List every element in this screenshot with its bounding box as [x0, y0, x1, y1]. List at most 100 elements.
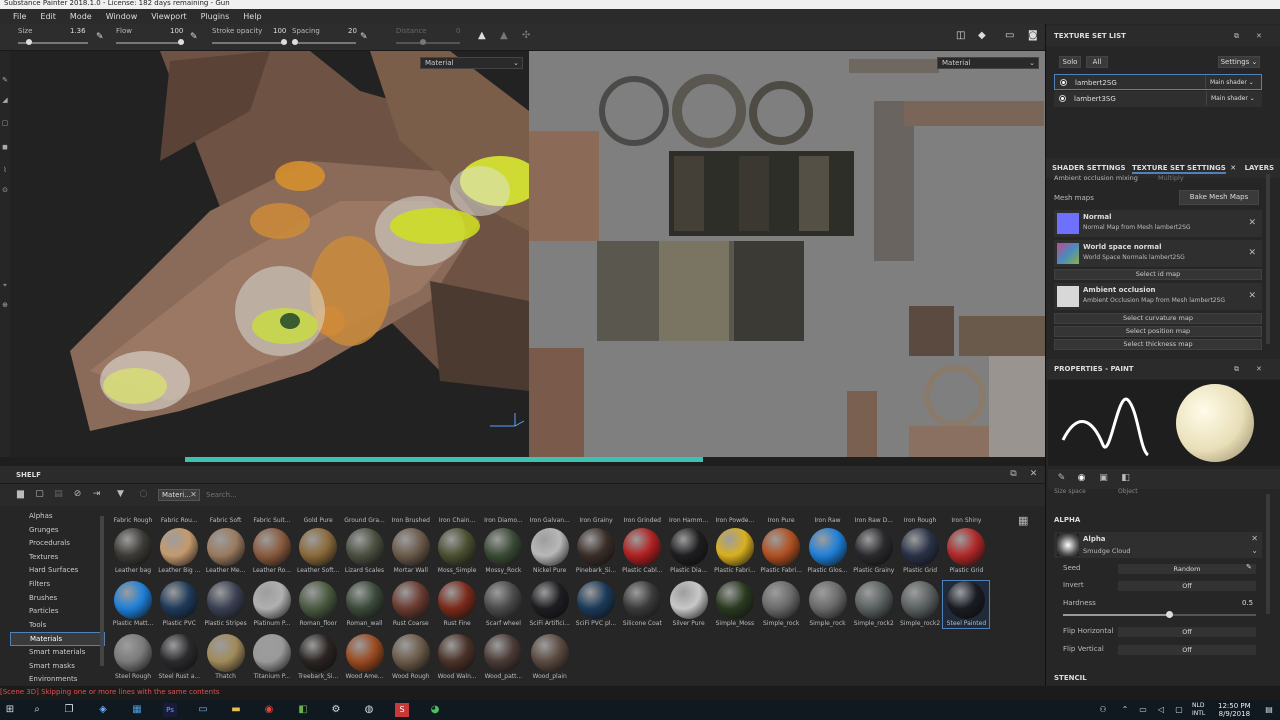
- projection-tool-icon[interactable]: ▢: [1, 119, 9, 127]
- ambient-occlusion-card[interactable]: Ambient occlusion Ambient Occlusion Map …: [1054, 283, 1262, 310]
- world-space-normal-card[interactable]: World space normal World Space Normals l…: [1054, 240, 1262, 267]
- material-item[interactable]: Wood_patt...: [480, 634, 526, 681]
- chat-icon[interactable]: ▢: [1172, 703, 1186, 717]
- material-item[interactable]: Simple_rock2: [897, 581, 943, 628]
- category-item[interactable]: Grunges: [10, 524, 105, 538]
- material-item[interactable]: Silver Pure: [666, 581, 712, 628]
- tab-shader-settings[interactable]: SHADER SETTINGS: [1052, 164, 1126, 172]
- material-item[interactable]: Fabric Rou...: [156, 516, 202, 525]
- close-icon[interactable]: ✕: [1251, 534, 1258, 543]
- category-item[interactable]: Procedurals: [10, 537, 105, 551]
- close-icon[interactable]: ✕: [1248, 218, 1256, 228]
- category-item[interactable]: Smart materials: [10, 646, 105, 660]
- material-item[interactable]: Wood Ame...: [342, 634, 388, 681]
- category-item[interactable]: Filters: [10, 578, 105, 592]
- picker-tool-icon[interactable]: ⌖: [1, 281, 9, 289]
- category-item[interactable]: Environments: [10, 673, 105, 687]
- menu-edit[interactable]: Edit: [33, 12, 63, 21]
- shelf-search-input[interactable]: [206, 488, 1036, 502]
- spacing-slider[interactable]: [292, 39, 356, 45]
- material-item[interactable]: Iron Shiny: [943, 516, 989, 525]
- material-item[interactable]: Plastic Fabri...: [712, 528, 758, 575]
- category-item[interactable]: Brushes: [10, 592, 105, 606]
- material-item[interactable]: Iron Galvan...: [527, 516, 573, 525]
- remove-filter-icon[interactable]: ✕: [188, 489, 199, 500]
- menu-help[interactable]: Help: [236, 12, 268, 21]
- smudge-tool-icon[interactable]: ⌇: [1, 166, 9, 174]
- stencil-icon[interactable]: ◧: [1120, 473, 1131, 484]
- radio-icon[interactable]: [1060, 79, 1067, 86]
- size-slider[interactable]: [18, 39, 88, 45]
- stroke-opacity-slider-handle[interactable]: [281, 39, 287, 45]
- steam-icon[interactable]: ◈: [96, 703, 110, 717]
- notifications-icon[interactable]: ▤: [1262, 703, 1276, 717]
- nvidia-icon[interactable]: ◧: [296, 703, 310, 717]
- material-item[interactable]: Plastic Grainy: [851, 528, 897, 575]
- material-item[interactable]: Steel Rough: [110, 634, 156, 681]
- material-item[interactable]: Scarf wheel: [480, 581, 526, 628]
- size-value[interactable]: 1.36: [70, 27, 86, 35]
- select-id-map-button[interactable]: Select id map: [1054, 269, 1262, 280]
- material-item[interactable]: Simple_rock: [805, 581, 851, 628]
- undock-icon[interactable]: ⧉: [1234, 359, 1239, 379]
- eraser-tool-icon[interactable]: ◢: [1, 96, 9, 104]
- settings-dropdown[interactable]: Settings ⌄: [1218, 56, 1260, 68]
- menu-mode[interactable]: Mode: [63, 12, 99, 21]
- file-explorer-icon[interactable]: ▬: [229, 703, 243, 717]
- material-item[interactable]: Rust Fine: [434, 581, 480, 628]
- material-item[interactable]: Pinebark_Si...: [573, 528, 619, 575]
- material-item[interactable]: Nickel Pure: [527, 528, 573, 575]
- network-icon[interactable]: ▭: [1136, 703, 1150, 717]
- close-icon[interactable]: ✕: [1248, 291, 1256, 301]
- material-item[interactable]: Thatch: [203, 634, 249, 681]
- material-item[interactable]: Plastic Grid: [897, 528, 943, 575]
- material-item[interactable]: Plastic Dia...: [666, 528, 712, 575]
- menu-viewport[interactable]: Viewport: [144, 12, 193, 21]
- brush-icon[interactable]: ✎: [1056, 473, 1067, 484]
- material-item[interactable]: Iron Raw D...: [851, 516, 897, 525]
- material-item[interactable]: Lizard Scales: [342, 528, 388, 575]
- undock-icon[interactable]: ⧉: [1234, 26, 1239, 46]
- material-item[interactable]: Plastic Glos...: [805, 528, 851, 575]
- new-item-icon[interactable]: ▢: [34, 489, 45, 500]
- material-item[interactable]: Plastic Fabri...: [758, 528, 804, 575]
- mirror-icon[interactable]: ▲: [500, 30, 508, 41]
- categories-scrollbar[interactable]: [100, 516, 104, 666]
- flow-value[interactable]: 100: [170, 27, 183, 35]
- menu-plugins[interactable]: Plugins: [194, 12, 237, 21]
- material-item[interactable]: Plastic Matt...: [110, 581, 156, 628]
- delete-icon[interactable]: ▤: [53, 489, 64, 500]
- seed-pen-icon[interactable]: ✎: [1246, 563, 1252, 571]
- hide-icon[interactable]: ⊘: [72, 489, 83, 500]
- material-item[interactable]: Iron Diamo...: [480, 516, 526, 525]
- material-item[interactable]: Steel Rust a...: [156, 634, 202, 681]
- photoshop-icon[interactable]: Ps: [163, 703, 177, 717]
- select-position-map-button[interactable]: Select position map: [1054, 326, 1262, 337]
- seed-field[interactable]: Random: [1118, 564, 1256, 574]
- normal-map-card[interactable]: Normal Normal Map from Mesh lambert2SG ✕: [1054, 210, 1262, 237]
- distance-slider-handle[interactable]: [420, 39, 426, 45]
- material-item[interactable]: Roman_floor: [295, 581, 341, 628]
- distance-slider[interactable]: [396, 39, 460, 45]
- shader-select[interactable]: Main shader ⌄: [1206, 91, 1262, 105]
- material-item[interactable]: Iron Pure: [758, 516, 804, 525]
- material-item[interactable]: Iron Powde...: [712, 516, 758, 525]
- material-item[interactable]: Rust Coarse: [388, 581, 434, 628]
- material-picker-icon[interactable]: ⊕: [1, 301, 9, 309]
- tab-texture-set-settings[interactable]: TEXTURE SET SETTINGS: [1131, 164, 1226, 174]
- lazy-mouse-icon[interactable]: ✣: [522, 30, 530, 41]
- material-item[interactable]: Leather bag: [110, 528, 156, 575]
- people-icon[interactable]: ⚇: [1096, 703, 1110, 717]
- paint-tool-icon[interactable]: ✎: [1, 76, 9, 84]
- close-icon[interactable]: ✕: [1248, 248, 1256, 258]
- category-item[interactable]: Hard Surfaces: [10, 564, 105, 578]
- spacing-pen-icon[interactable]: ✎: [360, 32, 368, 42]
- material-item[interactable]: Plastic Stripes: [203, 581, 249, 628]
- display-settings-icon[interactable]: ▭: [1005, 30, 1014, 41]
- folder-icon[interactable]: ▆: [15, 489, 26, 500]
- hardness-slider[interactable]: [1063, 611, 1256, 618]
- material-item[interactable]: Leather Ro...: [249, 528, 295, 575]
- radio-icon[interactable]: [1059, 95, 1066, 102]
- viewport-2d-uv[interactable]: Material ⌄: [529, 51, 1045, 457]
- all-button[interactable]: All: [1086, 56, 1108, 68]
